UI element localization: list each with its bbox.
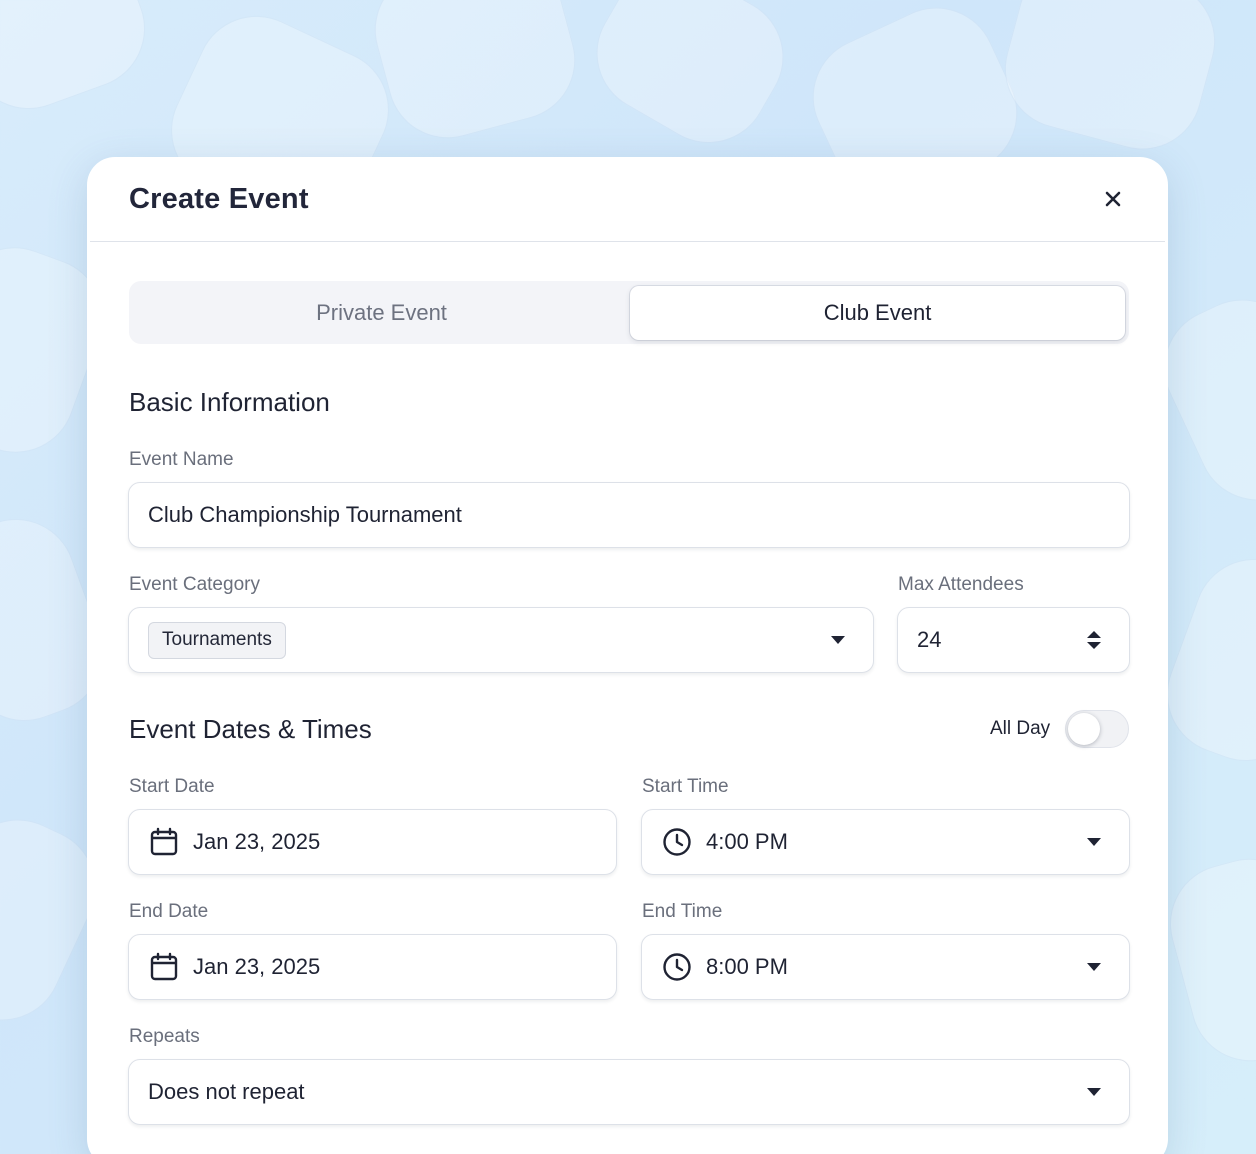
end-time-label: End Time	[642, 901, 723, 922]
clock-icon	[662, 827, 692, 857]
max-attendees-field[interactable]: 24	[897, 607, 1130, 673]
repeats-label: Repeats	[129, 1026, 200, 1047]
modal-title: Create Event	[129, 183, 309, 215]
start-time-value: 4:00 PM	[706, 829, 788, 854]
end-time-select[interactable]: 8:00 PM	[641, 934, 1130, 1000]
start-date-field[interactable]: Jan 23, 2025	[128, 809, 617, 875]
event-category-select[interactable]: Tournaments	[128, 607, 874, 673]
tab-club-event[interactable]: Club Event	[630, 286, 1125, 340]
end-date-value: Jan 23, 2025	[193, 954, 321, 979]
close-button[interactable]	[1101, 187, 1125, 211]
chevron-down-icon	[1087, 963, 1101, 971]
chevron-down-icon	[1087, 1088, 1101, 1096]
stepper-icon[interactable]	[1086, 628, 1102, 652]
event-dates-heading: Event Dates & Times	[129, 714, 372, 744]
start-date-label: Start Date	[129, 776, 215, 797]
end-time-value: 8:00 PM	[706, 954, 788, 979]
repeats-select[interactable]: Does not repeat	[128, 1059, 1130, 1125]
clock-icon	[662, 952, 692, 982]
end-date-field[interactable]: Jan 23, 2025	[128, 934, 617, 1000]
create-event-modal: Create Event Private Event Club Event Ba…	[87, 157, 1168, 1154]
max-attendees-label: Max Attendees	[898, 574, 1024, 595]
event-name-value: Club Championship Tournament	[148, 502, 462, 527]
close-icon	[1105, 191, 1121, 207]
tab-private-event[interactable]: Private Event	[134, 286, 629, 340]
start-time-label: Start Time	[642, 776, 729, 797]
repeats-value: Does not repeat	[148, 1079, 305, 1104]
calendar-icon	[149, 827, 179, 857]
all-day-label: All Day	[990, 718, 1051, 739]
end-date-label: End Date	[129, 901, 209, 922]
event-name-label: Event Name	[129, 449, 234, 470]
event-category-label: Event Category	[129, 574, 260, 595]
start-time-select[interactable]: 4:00 PM	[641, 809, 1130, 875]
chevron-down-icon	[831, 636, 845, 644]
start-date-value: Jan 23, 2025	[193, 829, 321, 854]
toggle-knob	[1068, 713, 1100, 745]
modal-header: Create Event	[90, 157, 1165, 242]
category-chip: Tournaments	[148, 621, 286, 659]
all-day-toggle[interactable]	[1065, 710, 1129, 748]
calendar-icon	[149, 952, 179, 982]
basic-information-heading: Basic Information	[129, 387, 330, 417]
max-attendees-value: 24	[917, 627, 942, 652]
event-name-field[interactable]: Club Championship Tournament	[128, 482, 1130, 548]
chevron-down-icon	[1087, 838, 1101, 846]
event-type-tabs: Private Event Club Event	[129, 281, 1129, 344]
